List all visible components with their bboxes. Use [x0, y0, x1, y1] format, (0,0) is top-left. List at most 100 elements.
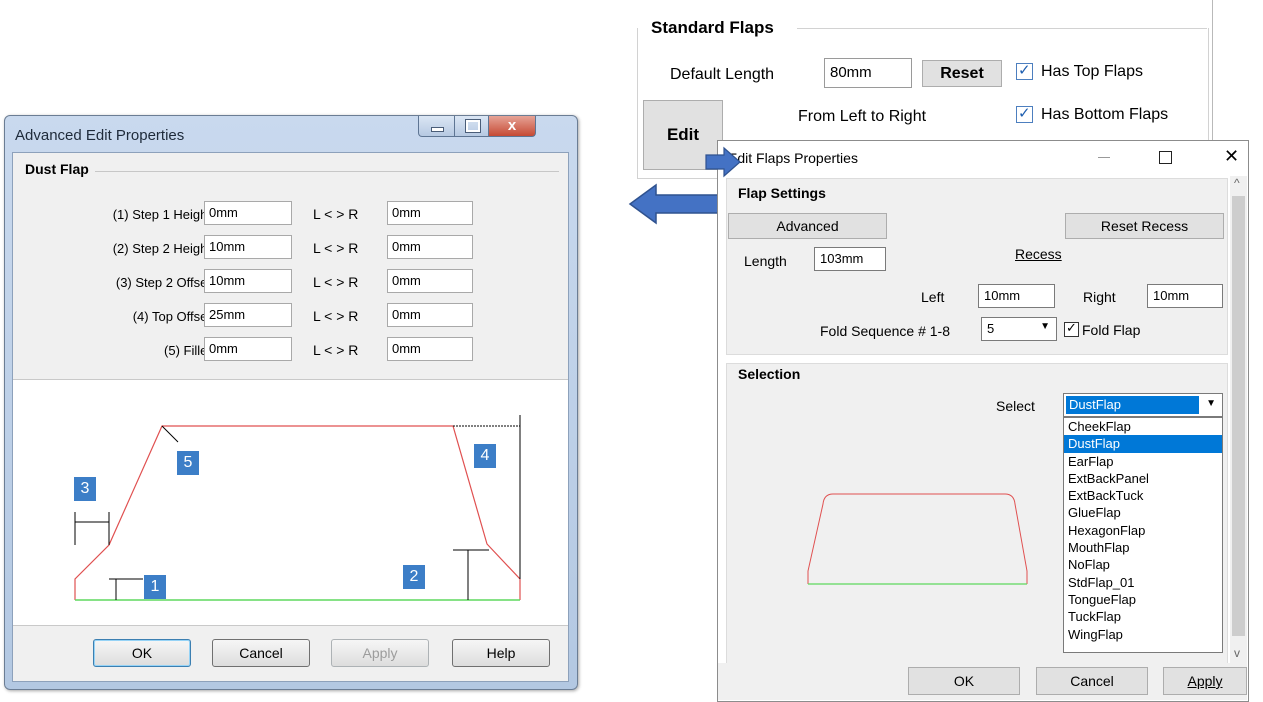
fold-sequence-select[interactable]: 5 ▼: [981, 317, 1057, 341]
left-recess-input[interactable]: 10mm: [978, 284, 1055, 308]
flap-type-dropdown-list[interactable]: CheekFlap DustFlap EarFlap ExtBackPanel …: [1063, 417, 1223, 653]
list-item[interactable]: GlueFlap: [1064, 504, 1222, 521]
top-offset-input[interactable]: 25mm: [204, 303, 292, 327]
flap-outline: [74, 425, 521, 600]
list-item[interactable]: EarFlap: [1064, 453, 1222, 470]
row-label: (3) Step 2 Offset: [115, 275, 211, 290]
default-length-input[interactable]: 80mm: [824, 58, 912, 88]
check-icon: ✓: [1018, 62, 1031, 79]
section-title: Dust Flap: [25, 161, 89, 177]
standard-flaps-title: Standard Flaps: [651, 18, 774, 37]
callout-2: 2: [403, 565, 425, 589]
has-top-flaps-checkbox[interactable]: ✓: [1016, 62, 1033, 80]
lr-label: L < > R: [313, 308, 359, 324]
fillet-input[interactable]: 0mm: [204, 337, 292, 361]
ok-button[interactable]: OK: [93, 639, 191, 667]
length-input[interactable]: 103mm: [814, 247, 886, 271]
right-label: Right: [1083, 289, 1116, 305]
flap-diagram: 1 2 3 4 5: [13, 379, 568, 626]
chevron-up-icon[interactable]: ^: [1234, 176, 1240, 190]
flap-type-value: DustFlap: [1066, 396, 1199, 414]
list-item[interactable]: TongueFlap: [1064, 591, 1222, 608]
apply-button[interactable]: Apply: [1163, 667, 1247, 695]
has-top-flaps-label: Has Top Flaps: [1041, 63, 1143, 80]
section-divider: [95, 171, 559, 172]
list-item[interactable]: HexagonFlap: [1064, 522, 1222, 539]
step2-lr-input[interactable]: 0mm: [387, 235, 473, 259]
top-offset-lr-input[interactable]: 0mm: [387, 303, 473, 327]
lr-label: L < > R: [313, 206, 359, 222]
row-label: (1) Step 1 Height: [112, 207, 211, 222]
fold-sequence-value: 5: [987, 321, 995, 336]
check-icon: ✓: [1018, 105, 1031, 122]
cancel-button[interactable]: Cancel: [1036, 667, 1148, 695]
scroll-thumb[interactable]: [1232, 196, 1245, 636]
reset-button[interactable]: Reset: [922, 60, 1002, 87]
cancel-button[interactable]: Cancel: [212, 639, 310, 667]
fold-flap-label: Fold Flap: [1082, 322, 1141, 338]
lr-label: L < > R: [313, 240, 359, 256]
maximize-button[interactable]: [454, 116, 490, 137]
ok-button[interactable]: OK: [908, 667, 1020, 695]
edit-flaps-properties-window: Edit Flaps Properties ✕ ^ v Flap Setting…: [705, 140, 1249, 702]
window-title: Advanced Edit Properties: [15, 127, 185, 144]
fillet-lr-input[interactable]: 0mm: [387, 337, 473, 361]
recess-label: Recess: [1015, 246, 1062, 262]
flap-diagram-svg: [74, 415, 521, 601]
length-label: Length: [744, 253, 787, 269]
row-label: (4) Top Offset: [132, 309, 211, 324]
chevron-down-icon[interactable]: v: [1234, 646, 1240, 660]
has-bottom-flaps-checkbox[interactable]: ✓: [1016, 105, 1033, 123]
close-button[interactable]: x: [488, 116, 536, 137]
list-item[interactable]: TuckFlap: [1064, 608, 1222, 625]
vertical-scrollbar[interactable]: ^ v: [1230, 176, 1247, 666]
group-top-line: [797, 28, 1207, 29]
list-item[interactable]: NoFlap: [1064, 556, 1222, 573]
close-icon[interactable]: ✕: [1224, 146, 1239, 167]
fold-sequence-label: Fold Sequence # 1-8: [820, 323, 950, 339]
minimize-icon: [431, 127, 444, 132]
callout-3: 3: [74, 477, 96, 501]
step1-height-input[interactable]: 0mm: [204, 201, 292, 225]
selection-title: Selection: [738, 366, 801, 382]
flap-settings-group: [726, 178, 1228, 355]
flap-type-select[interactable]: DustFlap ▼: [1063, 393, 1223, 417]
advanced-button[interactable]: Advanced: [728, 213, 887, 239]
row-label: (2) Step 2 Height: [112, 241, 211, 256]
window-title: Edit Flaps Properties: [728, 150, 858, 166]
list-item[interactable]: WingFlap: [1064, 626, 1222, 643]
dialog-body: Dust Flap (1) Step 1 Height 0mm L < > R …: [12, 152, 569, 682]
list-item[interactable]: DustFlap: [1064, 435, 1222, 453]
has-bottom-flaps-label: Has Bottom Flaps: [1041, 106, 1169, 123]
list-item[interactable]: ExtBackTuck: [1064, 487, 1222, 504]
reset-recess-button[interactable]: Reset Recess: [1065, 213, 1224, 239]
left-label: Left: [921, 289, 945, 305]
list-item[interactable]: StdFlap_01: [1064, 574, 1222, 591]
callout-4: 4: [474, 444, 496, 468]
minimize-icon[interactable]: [1098, 157, 1110, 158]
flap-preview: [807, 493, 1028, 585]
maximize-icon[interactable]: [1159, 151, 1172, 164]
list-item[interactable]: CheekFlap: [1064, 418, 1222, 435]
dim-fillet: [161, 425, 179, 443]
help-button[interactable]: Help: [452, 639, 550, 667]
lr-label: L < > R: [313, 274, 359, 290]
right-arrow-icon: [705, 146, 741, 178]
list-item[interactable]: MouthFlap: [1064, 539, 1222, 556]
step1-lr-input[interactable]: 0mm: [387, 201, 473, 225]
callout-1: 1: [144, 575, 166, 599]
right-recess-input[interactable]: 10mm: [1147, 284, 1223, 308]
step2-offset-input[interactable]: 10mm: [204, 269, 292, 293]
list-item[interactable]: ExtBackPanel: [1064, 470, 1222, 487]
from-left-to-right-label: From Left to Right: [798, 108, 927, 125]
flap-settings-title: Flap Settings: [738, 185, 826, 201]
maximize-icon: [465, 119, 481, 133]
step2-height-input[interactable]: 10mm: [204, 235, 292, 259]
close-icon: x: [507, 117, 517, 134]
step2-offset-lr-input[interactable]: 0mm: [387, 269, 473, 293]
fold-flap-checkbox[interactable]: ✓: [1064, 320, 1079, 337]
apply-button[interactable]: Apply: [331, 639, 429, 667]
chevron-down-icon: ▼: [1040, 321, 1050, 332]
check-icon: ✓: [1066, 320, 1077, 335]
minimize-button[interactable]: [418, 116, 456, 137]
